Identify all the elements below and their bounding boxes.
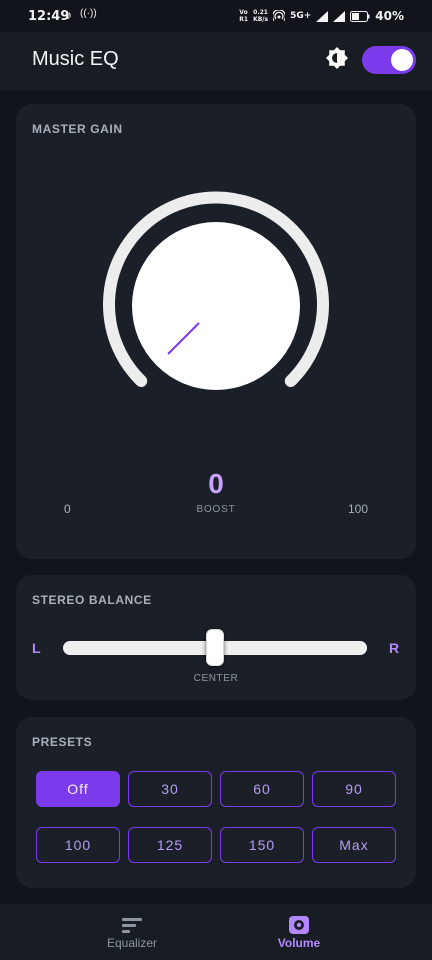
signal-icon	[333, 10, 346, 22]
status-right-group: Vo R1 0.21 KB/s 5G+ 40%	[239, 7, 404, 25]
balance-center-label: CENTER	[193, 673, 239, 684]
status-bar: 12:49 ♪ ((·)) Vo R1 0.21 KB/s 5G+ 40%	[0, 0, 432, 32]
equalizer-icon	[122, 918, 142, 933]
bottom-nav: Equalizer Volume	[0, 904, 432, 960]
battery-percent: 40%	[375, 9, 404, 23]
speed-indicator: 0.21 KB/s	[253, 9, 269, 23]
battery-icon	[350, 10, 370, 22]
preset-150-button[interactable]: 150	[220, 827, 304, 863]
presets-title: PRESETS	[32, 735, 93, 749]
balance-right-label: R	[389, 640, 400, 656]
brightness-icon[interactable]	[325, 46, 349, 70]
preset-100-button[interactable]: 100	[36, 827, 120, 863]
preset-90-button[interactable]: 90	[312, 771, 396, 807]
app-title: Music EQ	[32, 48, 119, 70]
speaker-icon	[289, 916, 309, 934]
balance-left-label: L	[32, 640, 41, 656]
power-toggle[interactable]	[362, 46, 416, 74]
preset-max-button[interactable]: Max	[312, 827, 396, 863]
gain-knob[interactable]	[16, 104, 416, 434]
status-time: 12:49	[28, 9, 70, 24]
nav-item-volume[interactable]: Volume	[191, 904, 407, 960]
stereo-balance-card: STEREO BALANCE L R CENTER	[16, 575, 416, 700]
gain-dial	[132, 222, 300, 390]
radio-icon: ((·))	[80, 8, 97, 19]
hotspot-icon	[273, 10, 286, 21]
preset-125-button[interactable]: 125	[128, 827, 212, 863]
network-type: 5G+	[290, 11, 312, 21]
signal-icon	[316, 10, 329, 22]
presets-card: PRESETS Off 30 60 90 100 125 150 Max	[16, 717, 416, 888]
master-gain-card: MASTER GAIN 0 BOOST 0 100	[16, 104, 416, 559]
preset-30-button[interactable]: 30	[128, 771, 212, 807]
preset-grid: Off 30 60 90 100 125 150 Max	[36, 771, 396, 863]
music-note-icon: ♪	[66, 8, 72, 22]
nav-label-volume: Volume	[277, 936, 321, 950]
gain-min-label: 0	[64, 502, 71, 516]
volte-indicator: Vo R1	[239, 9, 249, 23]
gain-max-label: 100	[348, 502, 369, 516]
gain-value: 0	[208, 468, 224, 499]
balance-slider-thumb[interactable]	[206, 629, 224, 666]
preset-60-button[interactable]: 60	[220, 771, 304, 807]
preset-off-button[interactable]: Off	[36, 771, 120, 807]
toggle-knob	[391, 49, 413, 71]
stereo-balance-title: STEREO BALANCE	[32, 593, 152, 607]
